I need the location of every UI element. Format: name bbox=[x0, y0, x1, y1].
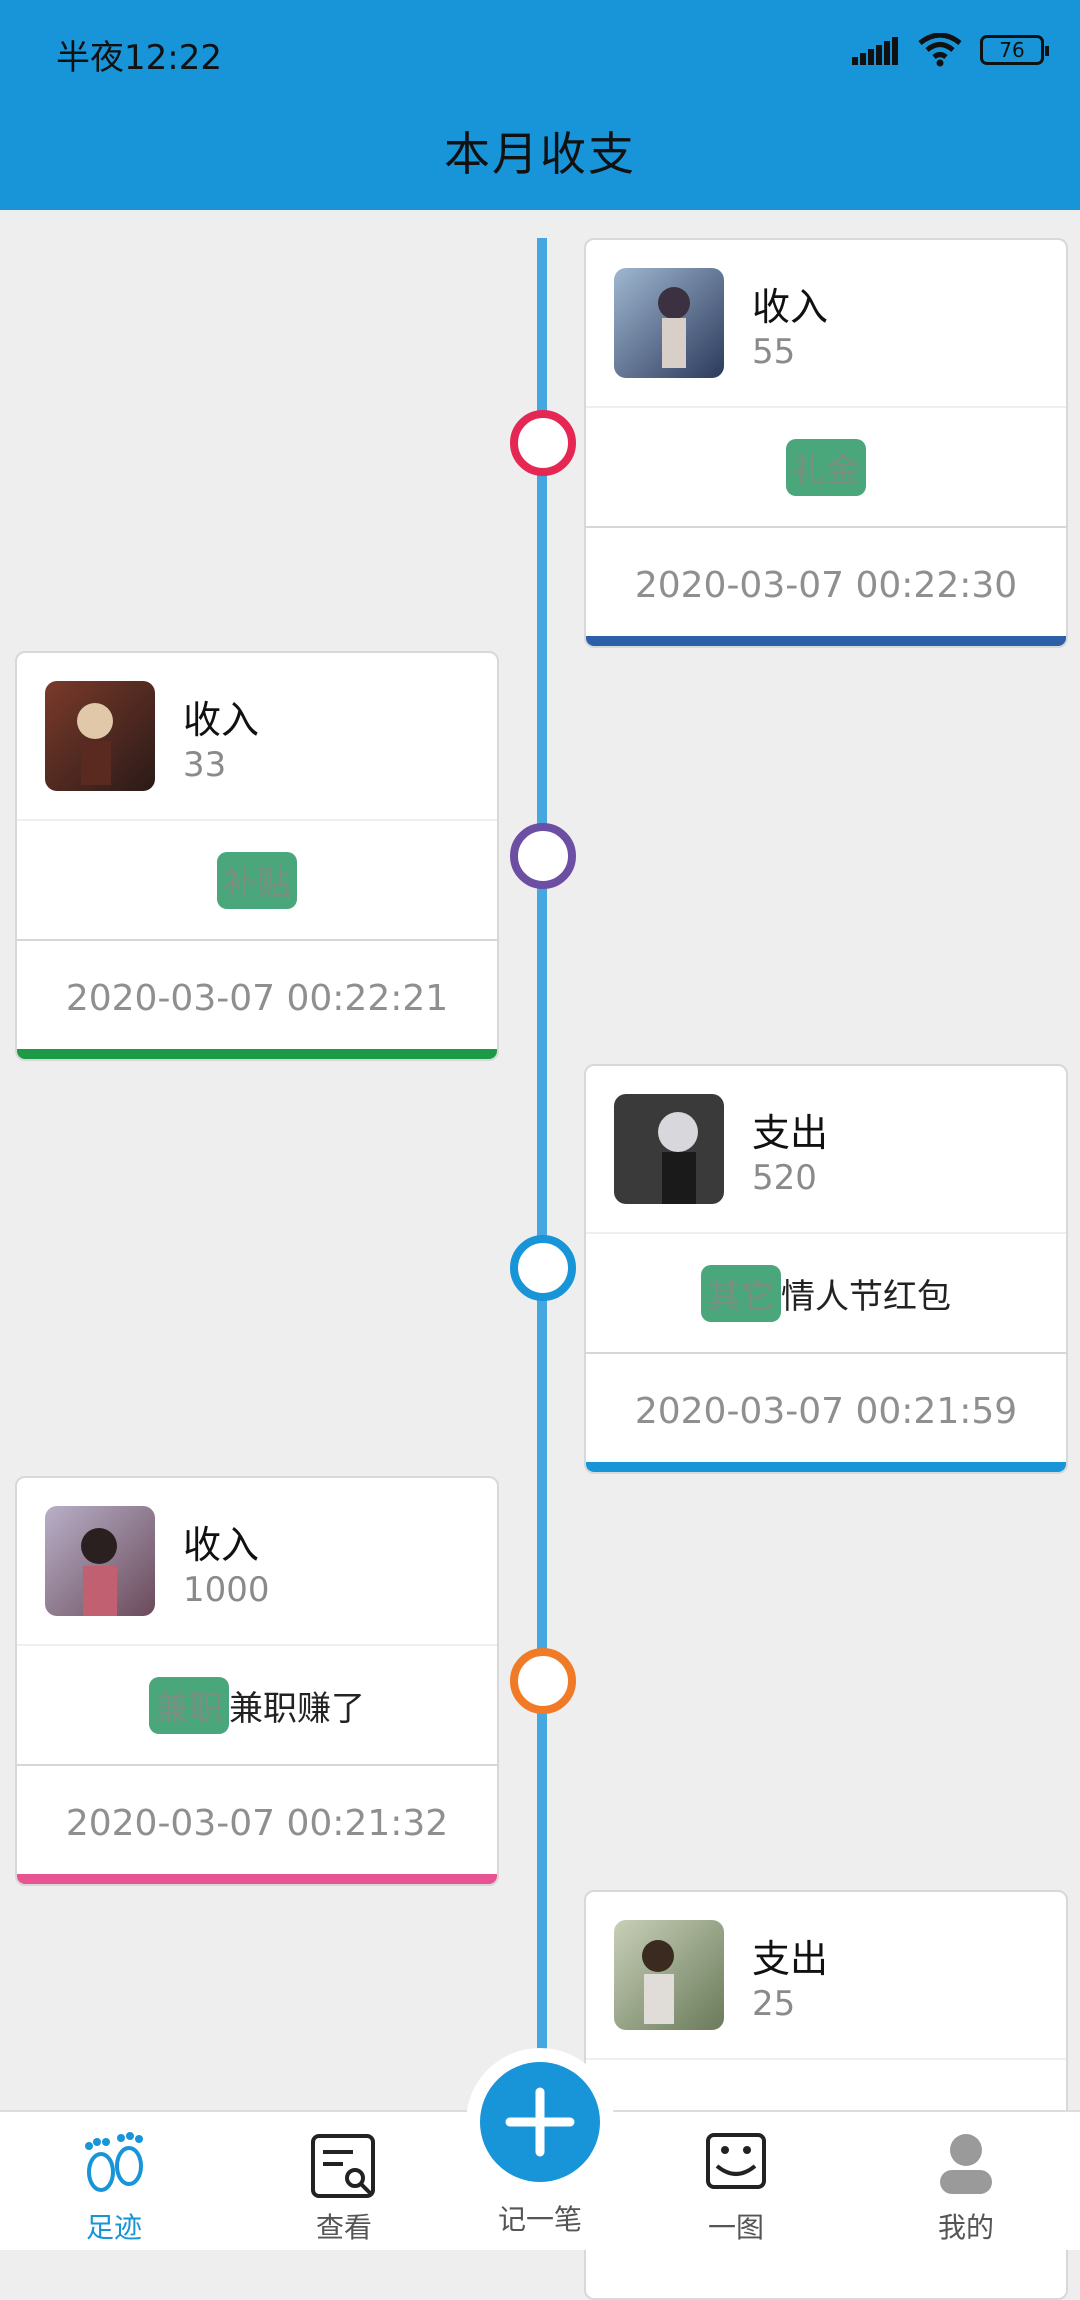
entry-amount: 520 bbox=[752, 1158, 817, 1198]
entry-type: 收入 bbox=[752, 285, 829, 329]
timeline-node bbox=[510, 823, 576, 889]
nav-label: 我的 bbox=[937, 2211, 994, 2244]
entry-color-bar bbox=[17, 1049, 497, 1059]
entry-thumbnail bbox=[45, 1506, 155, 1616]
entry-time: 2020-03-07 00:21:59 bbox=[634, 1390, 1018, 1432]
entry-amount: 33 bbox=[183, 745, 227, 785]
wifi-icon bbox=[918, 33, 962, 67]
entry-note: 兼职赚了 bbox=[229, 1688, 365, 1729]
entry-amount: 25 bbox=[752, 1984, 796, 2024]
entry-card[interactable]: 收入 33 补贴 2020-03-07 00:22:21 bbox=[15, 651, 499, 1061]
entry-time: 2020-03-07 00:22:21 bbox=[65, 977, 449, 1019]
entry-color-bar bbox=[586, 636, 1066, 646]
entry-category-tag: 兼职 bbox=[149, 1676, 229, 1734]
add-record-label: 记一笔 bbox=[497, 2203, 582, 2236]
page-title: 本月收支 bbox=[444, 127, 636, 181]
nav-label: 足迹 bbox=[85, 2211, 142, 2244]
entry-thumbnail bbox=[614, 1920, 724, 2030]
entry-card[interactable]: 支出 520 其它 情人节红包 2020-03-07 00:21:59 bbox=[584, 1064, 1068, 1474]
battery-level: 76 bbox=[999, 38, 1025, 62]
entry-type: 支出 bbox=[752, 1937, 829, 1981]
timeline-node bbox=[510, 410, 576, 476]
nav-item-profile[interactable]: 我的 bbox=[876, 2122, 1056, 2250]
nav-item-footprint[interactable]: 足迹 bbox=[24, 2122, 204, 2250]
nav-item-view[interactable]: 查看 bbox=[254, 2122, 434, 2250]
entry-amount: 55 bbox=[752, 332, 796, 372]
entry-time: 2020-03-07 00:22:30 bbox=[634, 564, 1018, 606]
entry-category-tag: 其它 bbox=[701, 1264, 781, 1322]
timeline-node bbox=[510, 1648, 576, 1714]
entry-thumbnail bbox=[614, 268, 724, 378]
image-icon bbox=[706, 2133, 766, 2189]
footprint-icon bbox=[85, 2132, 143, 2192]
app-header: 半夜12:22 76 本月收支 bbox=[0, 0, 1080, 210]
entry-card[interactable]: 收入 1000 兼职 兼职赚了 2020-03-07 00:21:32 bbox=[15, 1476, 499, 1886]
user-icon bbox=[940, 2134, 992, 2194]
plus-icon bbox=[505, 2087, 575, 2157]
battery-icon: 76 bbox=[980, 35, 1049, 65]
entry-category-tag: 补贴 bbox=[217, 851, 297, 909]
search-document-icon bbox=[311, 2134, 375, 2198]
nav-item-chart[interactable]: 一图 bbox=[646, 2122, 826, 2250]
entry-note: 情人节红包 bbox=[781, 1276, 951, 1317]
status-icons: 76 bbox=[852, 28, 1049, 72]
signal-icon bbox=[852, 37, 898, 65]
entry-type: 收入 bbox=[183, 698, 260, 742]
entry-amount: 1000 bbox=[183, 1570, 270, 1610]
status-time: 半夜12:22 bbox=[56, 38, 222, 78]
entry-color-bar bbox=[586, 1462, 1066, 1472]
entry-thumbnail bbox=[45, 681, 155, 791]
add-record-button-wrap bbox=[466, 2048, 614, 2196]
timeline-line bbox=[537, 238, 547, 2108]
entry-color-bar bbox=[17, 1874, 497, 1884]
timeline-node bbox=[510, 1235, 576, 1301]
entry-thumbnail bbox=[614, 1094, 724, 1204]
add-record-button[interactable] bbox=[480, 2062, 600, 2182]
entry-category-tag: 礼金 bbox=[786, 438, 866, 496]
entry-time: 2020-03-07 00:21:32 bbox=[65, 1802, 449, 1844]
entry-card[interactable]: 收入 55 礼金 2020-03-07 00:22:30 bbox=[584, 238, 1068, 648]
entry-type: 支出 bbox=[752, 1111, 829, 1155]
entry-type: 收入 bbox=[183, 1523, 260, 1567]
nav-label: 一图 bbox=[707, 2211, 764, 2244]
nav-label: 查看 bbox=[315, 2211, 372, 2244]
